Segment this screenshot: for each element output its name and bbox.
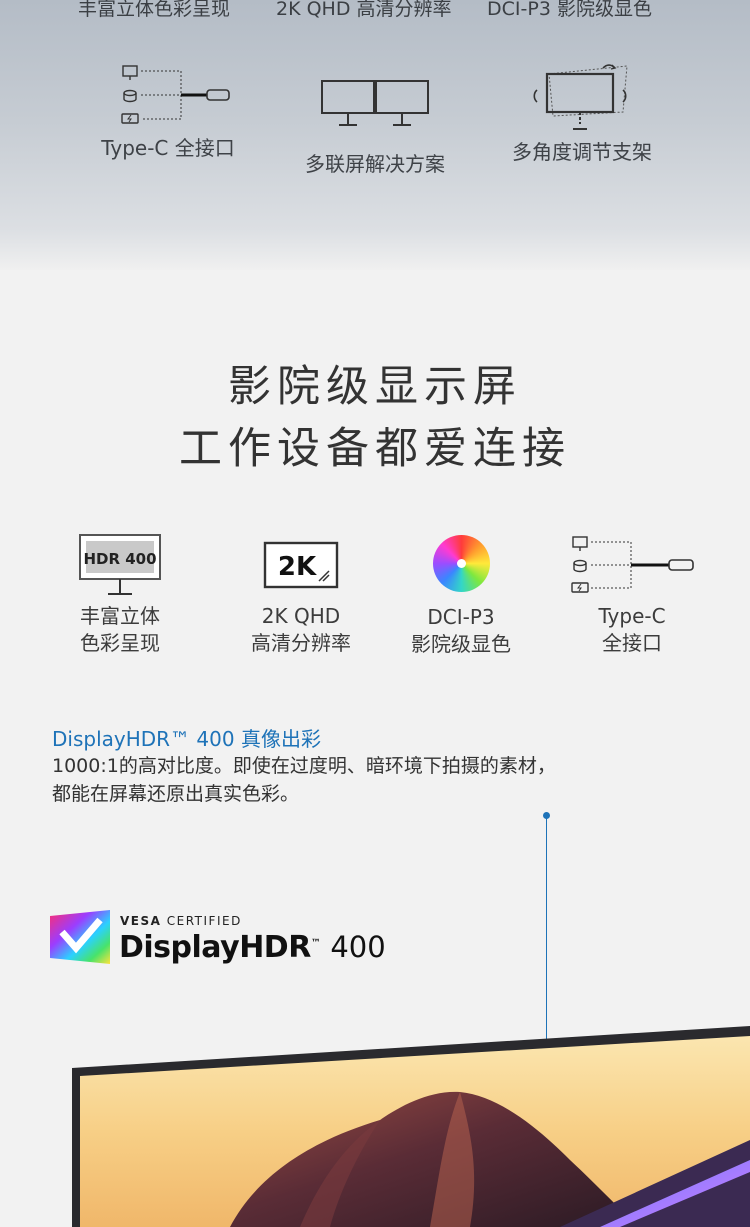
feature-multi-screen: 多联屏解决方案 [290, 78, 460, 177]
displayhdr-wordmark: DisplayHDR™ 400 [119, 930, 386, 965]
hdr-icon-text: HDR 400 [83, 550, 156, 568]
feature-line-1: 丰富立体 [80, 604, 160, 628]
type-c-port-icon [571, 536, 694, 593]
top-banner: 丰富立体色彩呈现 2K QHD 高清分辨率 DCI-P3 影院级显色 Type-… [0, 0, 750, 270]
monitor-display-image [72, 1026, 750, 1227]
feature-dci-p3: DCI-P3 影院级显色 [395, 535, 527, 658]
2k-badge-icon: 2K [263, 541, 339, 589]
hdr-text-line-1: 1000:1的高对比度。即使在过度明、暗环境下拍摄的素材， [52, 755, 556, 777]
top-label: DCI-P3 影院级显色 [487, 0, 652, 20]
feature-line-2: 影院级显色 [411, 632, 511, 656]
feature-line-1: DCI-P3 [427, 605, 495, 629]
feature-label: Type-C 全接口 [101, 136, 235, 160]
hdr-text-line-2: 都能在屏幕还原出真实色彩。 [52, 783, 300, 805]
hdr-section-text: 1000:1的高对比度。即使在过度明、暗环境下拍摄的素材， 都能在屏幕还原出真实… [52, 752, 556, 808]
vesa-displayhdr-logo: VESA CERTIFIED DisplayHDR™ 400 [50, 910, 386, 968]
feature-2k: 2K 2K QHD 高清分辨率 [230, 541, 372, 657]
feature-line-1: 2K QHD [261, 604, 341, 628]
hdr-section-title: DisplayHDR™ 400 真像出彩 [52, 727, 321, 751]
headline-line-1: 影院级显示屏 [228, 362, 522, 412]
top-label: 2K QHD 高清分辨率 [276, 0, 452, 20]
rotating-monitor-icon [533, 64, 628, 130]
feature-line-2: 高清分辨率 [251, 631, 351, 655]
feature-stand: 多角度调节支架 [497, 60, 667, 165]
feature-line-1: Type-C [598, 604, 666, 628]
color-wheel-icon [432, 535, 490, 592]
feature-type-c-2: Type-C 全接口 [566, 533, 698, 657]
type-c-port-icon [121, 65, 230, 124]
feature-type-c: Type-C 全接口 [88, 62, 248, 161]
feature-line-2: 全接口 [602, 631, 662, 655]
feature-hdr: HDR 400 丰富立体 色彩呈现 [50, 533, 190, 657]
feature-label: 多角度调节支架 [512, 140, 652, 164]
dual-monitor-icon [321, 80, 429, 126]
top-label: 丰富立体色彩呈现 [78, 0, 231, 20]
vesa-check-logo-icon [50, 910, 110, 964]
hdr-monitor-icon: HDR 400 [79, 534, 161, 595]
vesa-certified-text: VESA CERTIFIED [120, 914, 242, 928]
feature-line-2: 色彩呈现 [80, 631, 160, 655]
headline-line-2: 工作设备都爱连接 [179, 424, 571, 474]
2k-icon-text: 2K [278, 552, 317, 582]
feature-label: 多联屏解决方案 [305, 152, 445, 176]
